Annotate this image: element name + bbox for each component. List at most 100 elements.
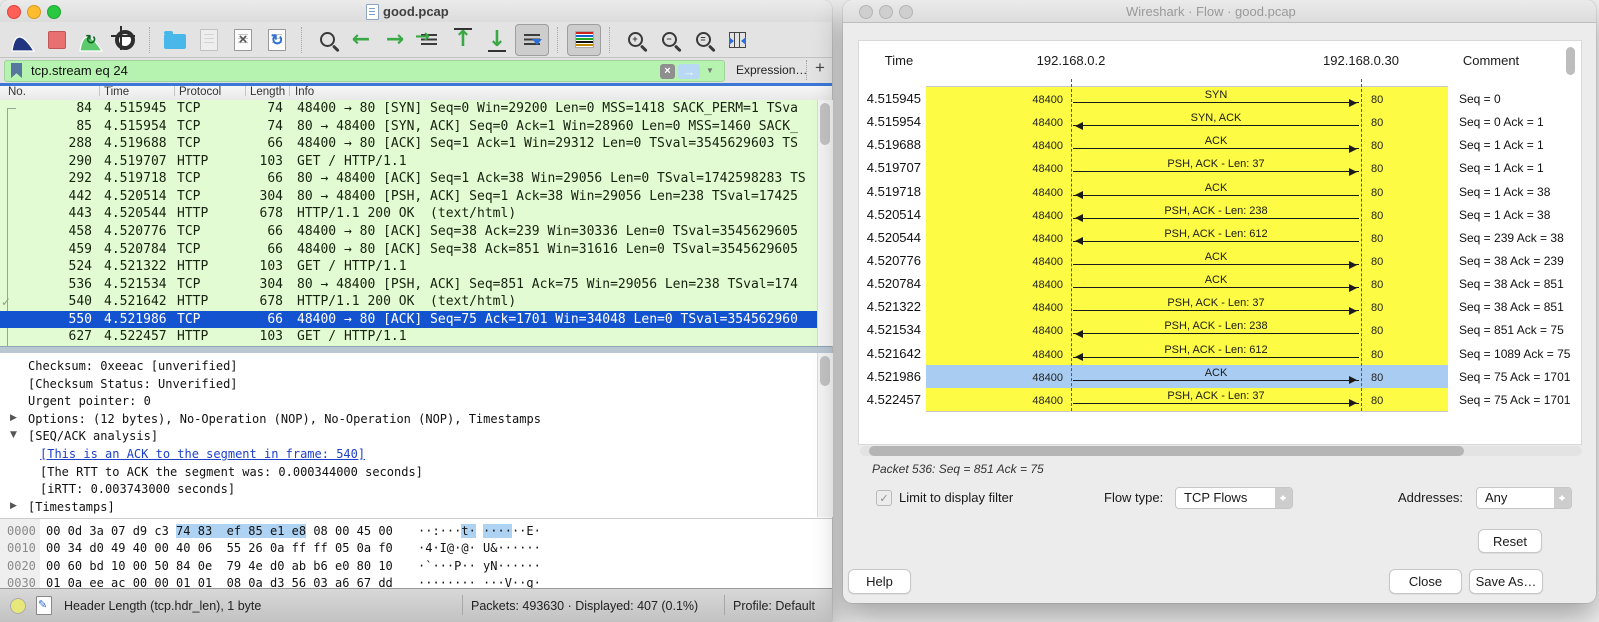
scrollbar-thumb[interactable] (869, 446, 1464, 456)
flow-row[interactable]: 4.5215344840080PSH, ACK - Len: 238Seq = … (859, 318, 1581, 341)
stop-capture-icon[interactable] (41, 25, 73, 55)
flow-row[interactable]: 4.5197074840080PSH, ACK - Len: 37Seq = 1… (859, 156, 1581, 179)
minimize-window-button[interactable] (27, 5, 41, 19)
hex-row[interactable]: 000000 0d 3a 07 d9 c3 74 83 ef 85 e1 e8 … (0, 522, 832, 539)
packet-list-scrollbar[interactable] (817, 100, 833, 346)
find-packet-icon[interactable] (311, 25, 343, 55)
column-divider[interactable] (174, 86, 175, 96)
flow-titlebar[interactable]: Wireshark · Flow · good.pcap (843, 0, 1596, 23)
zoom-window-button[interactable] (899, 5, 913, 19)
close-file-icon[interactable]: × (227, 25, 259, 55)
flow-row[interactable]: 4.5216424840080PSH, ACK - Len: 612Seq = … (859, 342, 1581, 365)
detail-line[interactable]: ▶[Timestamps] (0, 498, 817, 516)
collapsed-triangle-icon[interactable]: ▶ (10, 413, 17, 423)
packet-row[interactable]: 844.515945TCP7448400 → 80 [SYN] Seq=0 Wi… (0, 100, 817, 118)
reload-file-icon[interactable]: ↻ (261, 25, 293, 55)
close-window-button[interactable] (7, 5, 21, 19)
hex-bytes[interactable]: 00 0d 3a 07 d9 c3 74 83 ef 85 e1 e8 08 0… (46, 524, 393, 538)
go-back-icon[interactable]: ← (345, 25, 377, 55)
col-info[interactable]: Info (295, 86, 314, 98)
flow-graph-canvas[interactable]: Time 192.168.0.2 192.168.0.30 Comment 4.… (858, 40, 1582, 445)
flow-type-select[interactable]: TCP Flows (1175, 487, 1293, 509)
start-capture-icon[interactable] (7, 25, 39, 55)
hex-bytes[interactable]: 00 60 bd 10 00 50 84 0e 79 4e d0 ab b6 e… (46, 559, 393, 573)
detail-line[interactable]: [iRTT: 0.003743000 seconds] (0, 480, 817, 498)
flow-row[interactable]: 4.5205144840080PSH, ACK - Len: 238Seq = … (859, 203, 1581, 226)
addresses-select[interactable]: Any (1476, 487, 1572, 509)
restart-capture-icon[interactable]: ↻ (75, 25, 107, 55)
open-file-icon[interactable] (159, 25, 191, 55)
detail-line[interactable]: Checksum: 0xeeac [unverified] (0, 357, 817, 375)
scrollbar-thumb[interactable] (820, 356, 830, 386)
flow-row[interactable]: 4.5219864840080ACKSeq = 75 Ack = 1701 (859, 365, 1581, 388)
go-to-top-icon[interactable]: ↑ (447, 25, 479, 55)
hex-row[interactable]: 003001 0a ee ac 00 00 01 01 08 0a d3 56 … (0, 574, 832, 589)
packet-row[interactable]: 5244.521322HTTP103GET / HTTP/1.1 (0, 258, 817, 276)
packet-row[interactable]: 854.515954TCP7480 → 48400 [SYN, ACK] Seq… (0, 118, 817, 136)
zoom-in-icon[interactable]: + (619, 25, 651, 55)
packet-row[interactable]: 2904.519707HTTP103GET / HTTP/1.1 (0, 153, 817, 171)
save-file-icon[interactable] (193, 25, 225, 55)
bookmark-icon[interactable] (11, 63, 22, 78)
close-window-button[interactable] (859, 5, 873, 19)
details-scrollbar[interactable] (817, 353, 833, 517)
packet-row[interactable]: 4594.520784TCP6648400 → 80 [ACK] Seq=38 … (0, 241, 817, 259)
auto-scroll-icon[interactable] (515, 24, 549, 56)
packet-row[interactable]: 4434.520544HTTP678HTTP/1.1 200 OK (text/… (0, 205, 817, 223)
detail-line[interactable]: [This is an ACK to the segment in frame:… (0, 445, 817, 463)
frame-reference-link[interactable]: [This is an ACK to the segment in frame:… (40, 447, 365, 461)
limit-to-filter-checkbox[interactable]: ✓ (876, 490, 892, 506)
reset-button[interactable]: Reset (1478, 529, 1542, 553)
detail-line[interactable]: Urgent pointer: 0 (0, 392, 817, 410)
packet-list-header[interactable]: No. Time Protocol Length Info (0, 86, 832, 101)
close-button[interactable]: Close (1389, 569, 1462, 594)
flow-row[interactable]: 4.5207764840080ACKSeq = 38 Ack = 239 (859, 249, 1581, 272)
hex-bytes[interactable]: 00 34 d0 49 40 00 40 06 55 26 0a ff ff 0… (46, 541, 393, 555)
capture-comment-icon[interactable] (36, 596, 52, 615)
packet-row[interactable]: 4424.520514TCP30480 → 48400 [PSH, ACK] S… (0, 188, 817, 206)
hex-ascii[interactable]: ·4·I@·@· U&······ (418, 541, 541, 555)
hex-ascii[interactable]: ·`···P·· yN······ (418, 559, 541, 573)
flow-row[interactable]: 4.5213224840080PSH, ACK - Len: 37Seq = 3… (859, 295, 1581, 318)
go-forward-icon[interactable]: → (379, 25, 411, 55)
apply-filter-button[interactable]: → (678, 64, 700, 79)
flow-horizontal-scrollbar[interactable] (860, 446, 1582, 456)
clear-filter-button[interactable]: × (660, 64, 675, 79)
expert-info-icon[interactable] (10, 598, 26, 614)
detail-line[interactable]: ▶Options: (12 bytes), No-Operation (NOP)… (0, 410, 817, 428)
col-no[interactable]: No. (8, 86, 26, 98)
col-protocol[interactable]: Protocol (179, 86, 221, 98)
zoom-out-icon[interactable]: − (653, 25, 685, 55)
zoom-reset-icon[interactable]: = (687, 25, 719, 55)
flow-row[interactable]: 4.5159544840080SYN, ACKSeq = 0 Ack = 1 (859, 110, 1581, 133)
colorize-icon[interactable] (567, 24, 601, 56)
filter-history-caret-icon[interactable]: ▼ (706, 66, 714, 75)
packet-row[interactable]: 4584.520776TCP6648400 → 80 [ACK] Seq=38 … (0, 223, 817, 241)
flow-row[interactable]: 4.5224574840080PSH, ACK - Len: 37Seq = 7… (859, 388, 1581, 411)
flow-row[interactable]: 4.5197184840080ACKSeq = 1 Ack = 38 (859, 180, 1581, 203)
status-profile[interactable]: Profile: Default (733, 599, 815, 613)
flow-row[interactable]: 4.5207844840080ACKSeq = 38 Ack = 851 (859, 272, 1581, 295)
scrollbar-thumb[interactable] (820, 103, 830, 145)
column-divider[interactable] (245, 86, 246, 96)
save-as-button[interactable]: Save As… (1469, 569, 1543, 594)
expression-button[interactable]: Expression… (736, 63, 807, 77)
col-length[interactable]: Length (250, 86, 285, 98)
capture-options-icon[interactable] (109, 25, 141, 55)
add-filter-button[interactable]: + (815, 58, 825, 78)
column-divider[interactable] (289, 86, 290, 96)
hex-row[interactable]: 002000 60 bd 10 00 50 84 0e 79 4e d0 ab … (0, 557, 832, 574)
flow-row[interactable]: 4.5196884840080ACKSeq = 1 Ack = 1 (859, 133, 1581, 156)
flow-vertical-scrollbar[interactable] (1566, 47, 1575, 75)
flow-row[interactable]: 4.5159454840080SYNSeq = 0 (859, 87, 1581, 110)
column-divider[interactable] (99, 86, 100, 96)
packet-row[interactable]: 5364.521534TCP30480 → 48400 [PSH, ACK] S… (0, 276, 817, 294)
display-filter-input[interactable]: tcp.stream eq 24 × → ▼ (4, 60, 725, 82)
flow-row[interactable]: 4.5205444840080PSH, ACK - Len: 612Seq = … (859, 226, 1581, 249)
hex-row[interactable]: 001000 34 d0 49 40 00 40 06 55 26 0a ff … (0, 539, 832, 556)
hex-ascii[interactable]: ··:···t· ······E· (418, 524, 541, 538)
packet-row[interactable]: 5504.521986TCP6648400 → 80 [ACK] Seq=75 … (0, 311, 817, 329)
help-button[interactable]: Help (848, 569, 911, 594)
collapsed-triangle-icon[interactable]: ▶ (10, 501, 17, 511)
go-to-bottom-icon[interactable]: ↓ (481, 25, 513, 55)
